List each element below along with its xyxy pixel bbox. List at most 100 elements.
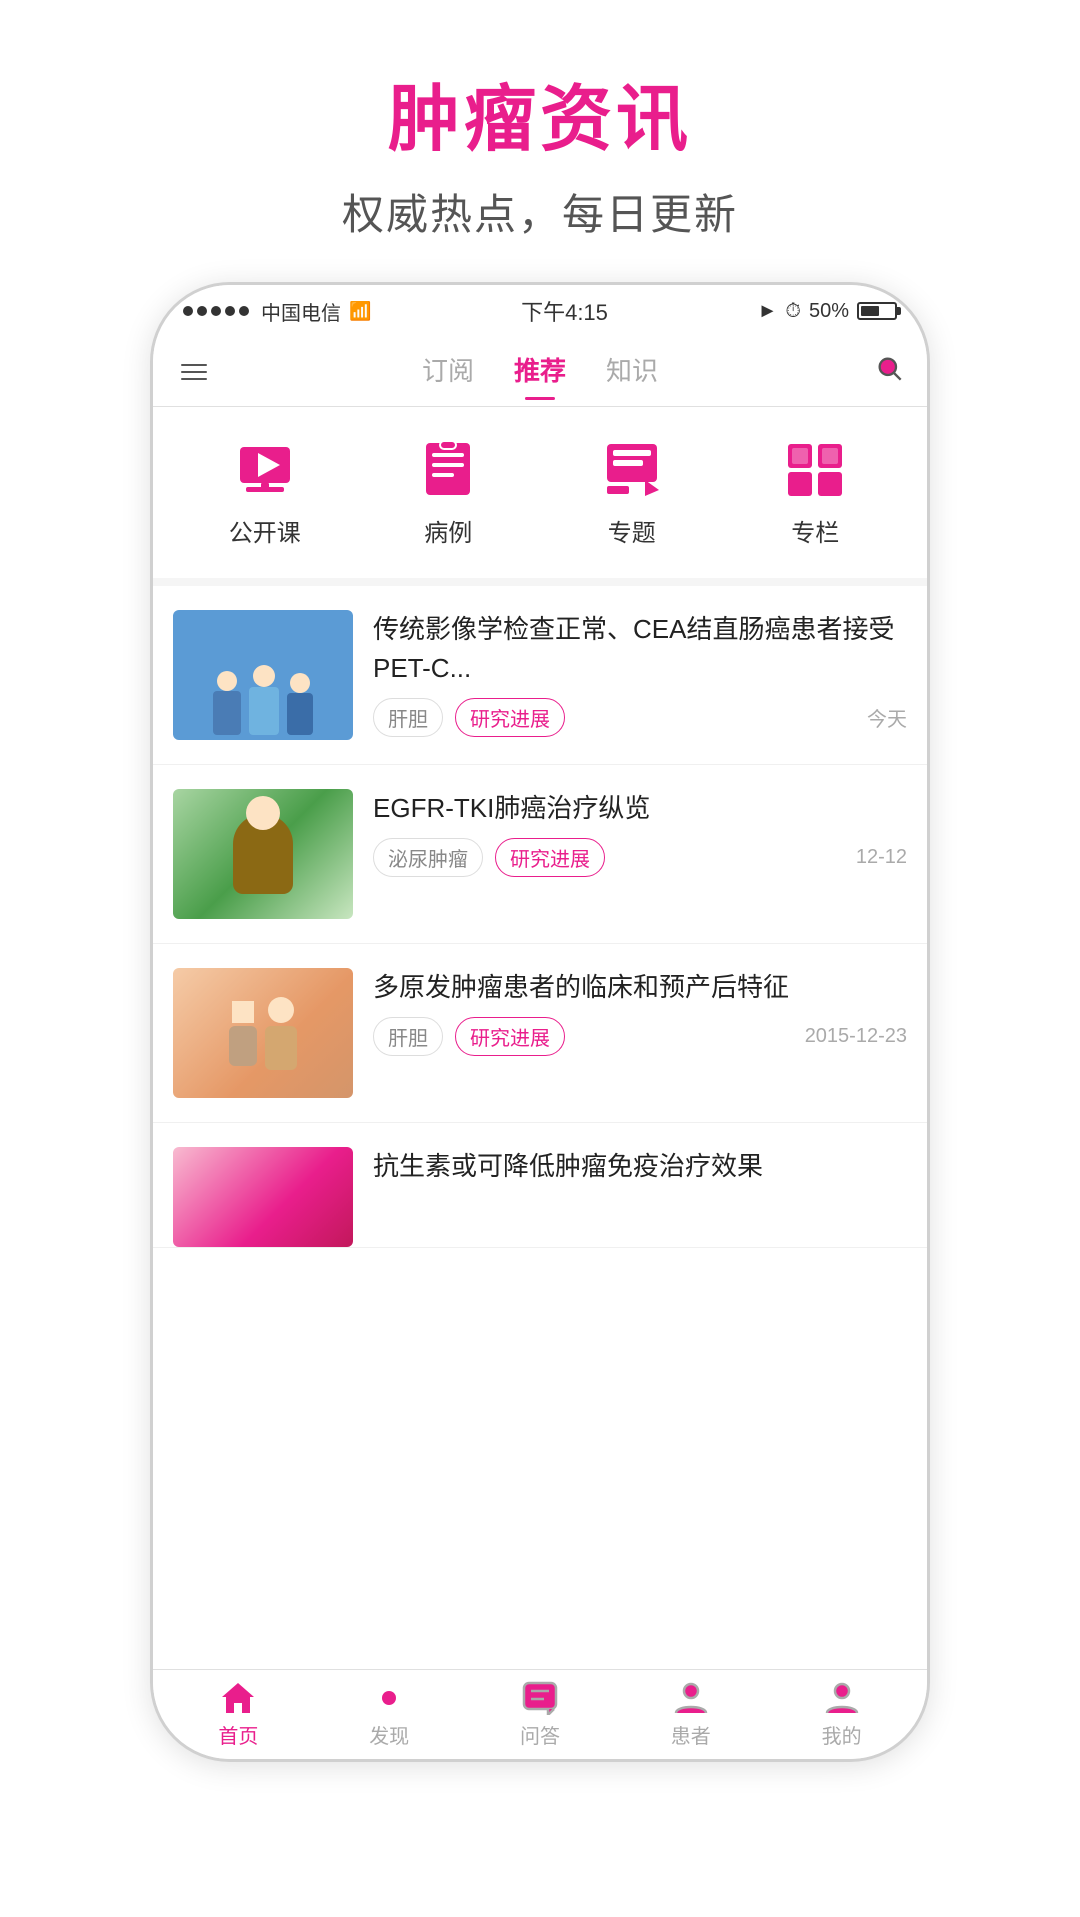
hamburger-line-3 [181,378,207,380]
news-title-4: 抗生素或可降低肿瘤免疫治疗效果 [373,1147,907,1186]
page-title: 肿瘤资讯 [342,60,738,165]
tag-liver-1: 肝胆 [373,698,443,737]
signal-dot-1 [183,306,193,316]
tab-recommend[interactable]: 推荐 [514,351,566,392]
tag-research-3: 研究进展 [455,1017,565,1056]
news-date-3: 2015-12-23 [805,1025,907,1048]
ask-label: 问答 [520,1720,560,1749]
signal-dot-5 [239,306,249,316]
care-image [173,968,353,1098]
news-image-3 [173,968,353,1098]
column-icon [779,437,851,501]
bottom-nav: 首页 发现 问答 [153,1669,927,1759]
person-head-2 [253,665,275,687]
news-content-1: 传统影像学检查正常、CEA结直肠癌患者接受PET-C... 肝胆 研究进展 今天 [373,610,907,737]
signal-dots [183,306,249,316]
phone-frame: 中国电信 📶 下午4:15 ► ⏱ 50% 订阅 推荐 知识 [150,282,930,1762]
hamburger-line-2 [181,371,207,373]
home-label: 首页 [218,1720,258,1749]
search-button[interactable] [875,354,903,389]
discover-label: 发现 [369,1720,409,1749]
tabs-center: 订阅 推荐 知识 [422,351,658,392]
news-title-2: EGFR-TKI肺癌治疗纵览 [373,789,907,828]
opencourse-icon [229,437,301,501]
discover-icon [369,1680,409,1716]
case-icon [412,437,484,501]
food-image [173,1147,353,1247]
tag-research-2: 研究进展 [495,838,605,877]
person-head-3 [290,673,310,693]
tag-liver-3: 肝胆 [373,1017,443,1056]
bottom-nav-discover[interactable]: 发现 [339,1680,439,1749]
status-right: ► ⏱ 50% [758,300,897,323]
carrier-label: 中国电信 [261,297,341,326]
person-1 [213,671,241,735]
news-image-1 [173,610,353,740]
person-3 [287,673,313,735]
location-icon: ► [758,300,778,323]
news-date-1: 今天 [867,703,907,732]
bottom-nav-home[interactable]: 首页 [188,1680,288,1749]
care-head-2 [268,997,294,1023]
page-subtitle: 权威热点，每日更新 [342,181,738,242]
news-item-2[interactable]: EGFR-TKI肺癌治疗纵览 泌尿肿瘤 研究进展 12-12 [153,765,927,944]
patient-label: 患者 [671,1720,711,1749]
categories-section: 公开课 病例 [153,407,927,586]
page-header: 肿瘤资讯 权威热点，每日更新 [342,60,738,242]
tab-subscribe[interactable]: 订阅 [422,351,474,392]
person-head-1 [217,671,237,691]
case-label: 病例 [424,513,472,548]
mine-icon [822,1680,862,1716]
category-case[interactable]: 病例 [412,437,484,548]
news-content-3: 多原发肿瘤患者的临床和预产后特征 肝胆 研究进展 2015-12-23 [373,968,907,1056]
patient-icon [671,1680,711,1716]
category-column[interactable]: 专栏 [779,437,851,548]
nav-tabs: 订阅 推荐 知识 [153,337,927,407]
news-image-4 [173,1147,353,1247]
news-item-1[interactable]: 传统影像学检查正常、CEA结直肠癌患者接受PET-C... 肝胆 研究进展 今天 [153,586,927,765]
person-body-2 [249,687,279,735]
news-item-4[interactable]: 抗生素或可降低肿瘤免疫治疗效果 [153,1123,927,1248]
mine-label: 我的 [822,1720,862,1749]
battery-percent: 50% [809,300,849,323]
care-head-1 [232,1001,254,1023]
battery-fill [861,306,879,316]
news-item-3[interactable]: 多原发肿瘤患者的临床和预产后特征 肝胆 研究进展 2015-12-23 [153,944,927,1123]
news-title-3: 多原发肿瘤患者的临床和预产后特征 [373,968,907,1007]
hamburger-line-1 [181,364,207,366]
time-display: 下午4:15 [521,295,608,327]
wifi-icon: 📶 [349,301,371,322]
status-bar: 中国电信 📶 下午4:15 ► ⏱ 50% [153,285,927,337]
topic-icon [596,437,668,501]
news-meta-1: 肝胆 研究进展 今天 [373,698,907,737]
news-list: 传统影像学检查正常、CEA结直肠癌患者接受PET-C... 肝胆 研究进展 今天… [153,586,927,1669]
care-person-1 [229,1001,257,1066]
hamburger-menu-button[interactable] [177,360,211,384]
bottom-nav-mine[interactable]: 我的 [792,1680,892,1749]
tag-urinary-2: 泌尿肿瘤 [373,838,483,877]
news-content-2: EGFR-TKI肺癌治疗纵览 泌尿肿瘤 研究进展 12-12 [373,789,907,877]
news-content-4: 抗生素或可降低肿瘤免疫治疗效果 [373,1147,907,1186]
battery-bar [857,302,897,320]
category-topic[interactable]: 专题 [596,437,668,548]
medical-figure [173,610,353,740]
signal-dot-4 [225,306,235,316]
news-meta-2: 泌尿肿瘤 研究进展 12-12 [373,838,907,877]
person-body-1 [213,691,241,735]
news-image-2 [173,789,353,919]
tag-research-1: 研究进展 [455,698,565,737]
news-title-1: 传统影像学检查正常、CEA结直肠癌患者接受PET-C... [373,610,907,688]
opencourse-label: 公开课 [229,513,301,548]
category-opencourse[interactable]: 公开课 [229,437,301,548]
bottom-nav-ask[interactable]: 问答 [490,1680,590,1749]
person-body-3 [287,693,313,735]
home-icon [218,1680,258,1716]
care-body-2 [265,1026,297,1070]
tab-knowledge[interactable]: 知识 [606,351,658,392]
signal-dot-2 [197,306,207,316]
ask-icon [520,1680,560,1716]
woman-image [173,789,353,919]
alarm-icon: ⏱ [785,300,801,323]
care-person-2 [265,997,297,1070]
bottom-nav-patient[interactable]: 患者 [641,1680,741,1749]
